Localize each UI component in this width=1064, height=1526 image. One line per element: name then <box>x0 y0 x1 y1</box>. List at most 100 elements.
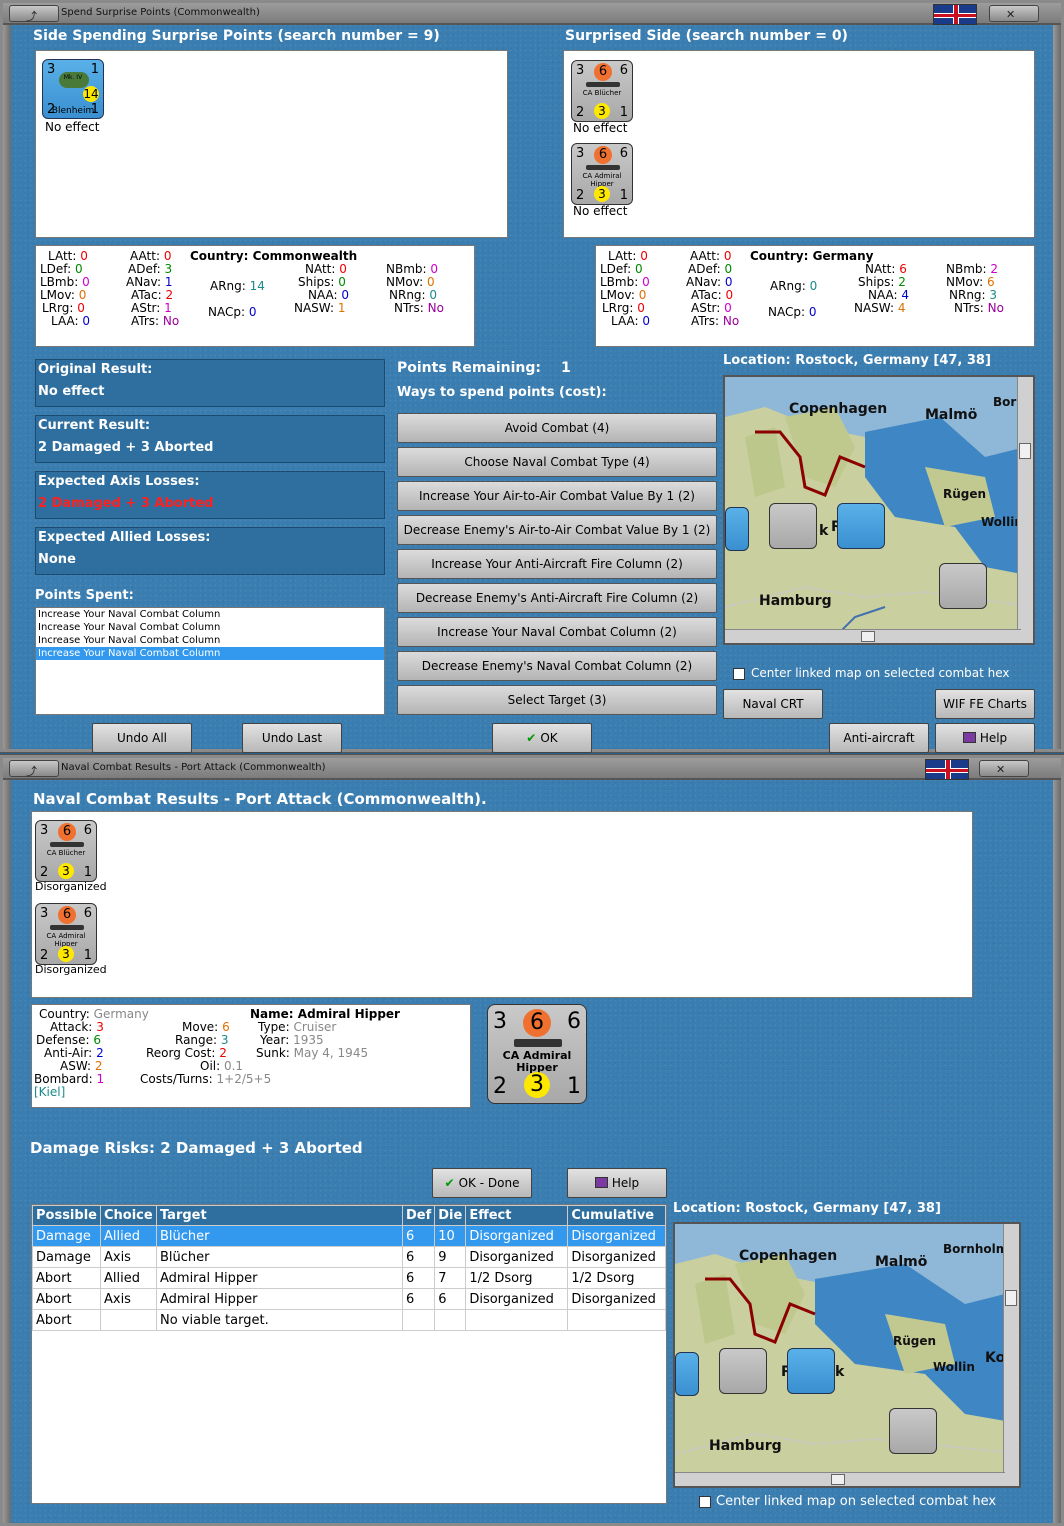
map-label-hamburg: Hamburg <box>709 1438 782 1454</box>
map-he111-counter[interactable] <box>769 503 817 549</box>
map-label-rostock-tail: k <box>819 523 829 539</box>
map-label-rugen: Rügen <box>943 487 987 501</box>
list-item[interactable]: Increase Your Naval Combat Column <box>36 647 384 660</box>
list-item[interactable]: Increase Your Naval Combat Column <box>36 621 384 634</box>
location-map[interactable]: Copenhagen Malmö Bornholm Rügen Wollin K… <box>673 1222 1021 1488</box>
aa-crt-button[interactable]: Anti-aircraft CRT <box>829 723 929 773</box>
table-row[interactable]: Damage Axis Blücher 6 9 Disorganized Disorgani… <box>32 1246 666 1268</box>
undo-all-button[interactable]: Undo All <box>92 723 192 753</box>
map-blenheim-counter[interactable] <box>787 1348 835 1394</box>
hipper-counter[interactable]: 3 6 6 CA Admiral Hipper 2 3 1 <box>571 143 633 205</box>
original-result-box: Original Result: No effect <box>35 359 385 407</box>
undo-last-button[interactable]: Undo Last <box>242 723 342 753</box>
map-label-wollin: Wollin <box>933 1360 975 1374</box>
naval-crt-button[interactable]: Naval CRT <box>723 689 823 719</box>
help-book-icon <box>962 732 976 743</box>
map-gneisenau-counter[interactable] <box>939 563 987 609</box>
increase-naval-column-button[interactable]: Increase Your Naval Combat Column (2) <box>397 617 717 647</box>
table-row[interactable]: Damage Allied Blücher 6 10 Disorganized Disorg… <box>32 1225 666 1247</box>
decrease-enemy-air-to-air-button[interactable]: Decrease Enemy's Air-to-Air Combat Value… <box>397 515 717 545</box>
blucher-counter[interactable]: 3 6 6 CA Blücher 2 3 1 <box>35 820 97 882</box>
right-frame <box>1053 25 1061 749</box>
col-possible[interactable]: Possible <box>32 1205 101 1226</box>
unit-caption: Disorganized <box>35 963 107 976</box>
title-bar[interactable]: ⤴ Spend Surprise Points (Commonwealth) ✕ <box>3 3 1061 25</box>
choose-naval-combat-type-button[interactable]: Choose Naval Combat Type (4) <box>397 447 717 477</box>
surprised-side-heading: Surprised Side (search number = 0) <box>565 28 848 44</box>
ship-icon <box>586 82 620 87</box>
map-label-malmo: Malmö <box>875 1254 928 1270</box>
allied-losses-box: Expected Allied Losses: None <box>35 527 385 575</box>
ship-icon <box>586 165 620 170</box>
col-die[interactable]: Die <box>434 1205 467 1226</box>
col-def[interactable]: Def <box>401 1205 436 1226</box>
col-choice[interactable]: Choice <box>99 1205 157 1226</box>
table-row[interactable]: Abort No viable target. <box>32 1309 666 1331</box>
close-button[interactable]: ✕ <box>979 760 1029 777</box>
results-units-panel: 3 6 6 CA Blücher 2 3 1 Disorganized 3 6 … <box>31 811 973 998</box>
unit-caption: Disorganized <box>35 880 107 893</box>
system-menu-button[interactable]: ⤴ <box>9 5 59 23</box>
results-table: Possible Choice Target Def Die Effect Cu… <box>32 1205 666 1331</box>
attacker-units-panel: 3 1 Mk. IV 14 2 Blenheim 1 No effect <box>35 50 508 238</box>
help-button[interactable]: Help <box>567 1168 667 1198</box>
table-header-row: Possible Choice Target Def Die Effect Cu… <box>32 1205 666 1226</box>
unit-info-panel: Country: Germany Attack: 3 Defense: 6 An… <box>31 1004 471 1108</box>
selected-unit-counter: 3 6 6 CA Admiral Hipper 2 3 1 <box>487 1004 587 1104</box>
check-icon: ✔ <box>526 731 537 745</box>
map-vertical-scrollbar[interactable] <box>1017 377 1033 643</box>
increase-air-to-air-button[interactable]: Increase Your Air-to-Air Combat Value By… <box>397 481 717 511</box>
map-label-rostock-tail: k <box>835 1364 845 1380</box>
side-spending-heading: Side Spending Surprise Points (search nu… <box>33 28 440 44</box>
help-book-icon <box>594 1177 608 1188</box>
defender-unit-caption: No effect <box>573 204 628 218</box>
col-cumulative[interactable]: Cumulative <box>567 1205 666 1226</box>
blenheim-counter[interactable]: 3 1 Mk. IV 14 2 Blenheim 1 <box>42 59 104 119</box>
left-frame <box>3 25 11 749</box>
center-linked-checkbox[interactable] <box>733 668 745 680</box>
select-target-button[interactable]: Select Target (3) <box>397 685 717 715</box>
map-horizontal-scrollbar[interactable] <box>725 629 1021 643</box>
system-menu-button[interactable]: ⤴ <box>9 760 59 778</box>
uk-flag-icon <box>925 759 969 780</box>
avoid-combat-button[interactable]: Avoid Combat (4) <box>397 413 717 443</box>
defender-unit-caption: No effect <box>573 121 628 135</box>
map-friendly-counter[interactable] <box>725 507 749 551</box>
map-friendly-counter[interactable] <box>675 1352 699 1396</box>
list-item[interactable]: Increase Your Naval Combat Column <box>36 608 384 621</box>
damage-risks: Damage Risks: 2 Damaged + 3 Aborted <box>30 1139 363 1157</box>
center-linked-label: Center linked map on selected combat hex <box>716 1494 997 1509</box>
help-button[interactable]: Help <box>935 723 1035 753</box>
map-he111-counter[interactable] <box>719 1348 767 1394</box>
col-effect[interactable]: Effect <box>465 1205 569 1226</box>
map-label-hamburg: Hamburg <box>759 593 832 609</box>
list-item[interactable]: Increase Your Naval Combat Column <box>36 634 384 647</box>
ok-done-button[interactable]: ✔ OK - Done <box>432 1168 532 1198</box>
map-horizontal-scrollbar[interactable] <box>675 1472 1005 1486</box>
map-vertical-scrollbar[interactable] <box>1003 1224 1019 1486</box>
window-title: Naval Combat Results - Port Attack (Comm… <box>61 762 326 773</box>
decrease-enemy-naval-column-button[interactable]: Decrease Enemy's Naval Combat Column (2) <box>397 651 717 681</box>
blucher-counter[interactable]: 3 6 6 CA Blücher 2 3 1 <box>571 60 633 122</box>
spend-surprise-window: ⤴ Spend Surprise Points (Commonwealth) ✕… <box>0 0 1064 773</box>
map-gneisenau-counter[interactable] <box>889 1408 937 1454</box>
table-row[interactable]: Abort Allied Admiral Hipper 6 7 1/2 Dsorg 1/2 … <box>32 1267 666 1289</box>
hipper-counter[interactable]: 3 6 6 CA Admiral Hipper 2 3 1 <box>35 903 97 965</box>
title-bar[interactable]: ⤴ Naval Combat Results - Port Attack (Co… <box>3 758 1061 780</box>
close-button[interactable]: ✕ <box>989 5 1039 22</box>
decrease-enemy-aa-column-button[interactable]: Decrease Enemy's Anti-Aircraft Fire Colu… <box>397 583 717 613</box>
table-row[interactable]: Abort Axis Admiral Hipper 6 6 Disorganized Dis… <box>32 1288 666 1310</box>
ship-icon <box>514 1039 562 1047</box>
location-label: Location: Rostock, Germany [47, 38] <box>673 1201 941 1216</box>
center-linked-checkbox[interactable] <box>699 1496 711 1508</box>
points-spent-list[interactable]: Increase Your Naval Combat Column Increa… <box>35 607 385 715</box>
results-table-panel: Possible Choice Target Def Die Effect Cu… <box>31 1204 667 1504</box>
increase-aa-column-button[interactable]: Increase Your Anti-Aircraft Fire Column … <box>397 549 717 579</box>
ok-button[interactable]: ✔ OK <box>492 723 592 753</box>
defender-units-panel: 3 6 6 CA Blücher 2 3 1 No effect 3 6 6 C… <box>563 50 1035 238</box>
wif-charts-button[interactable]: WIF FE Charts <box>935 689 1035 719</box>
col-target[interactable]: Target <box>155 1205 403 1226</box>
map-blenheim-counter[interactable] <box>837 503 885 549</box>
map-label-rugen: Rügen <box>893 1334 937 1348</box>
location-map[interactable]: Copenhagen Malmö Born Rügen Wollin Hambu… <box>723 375 1035 645</box>
